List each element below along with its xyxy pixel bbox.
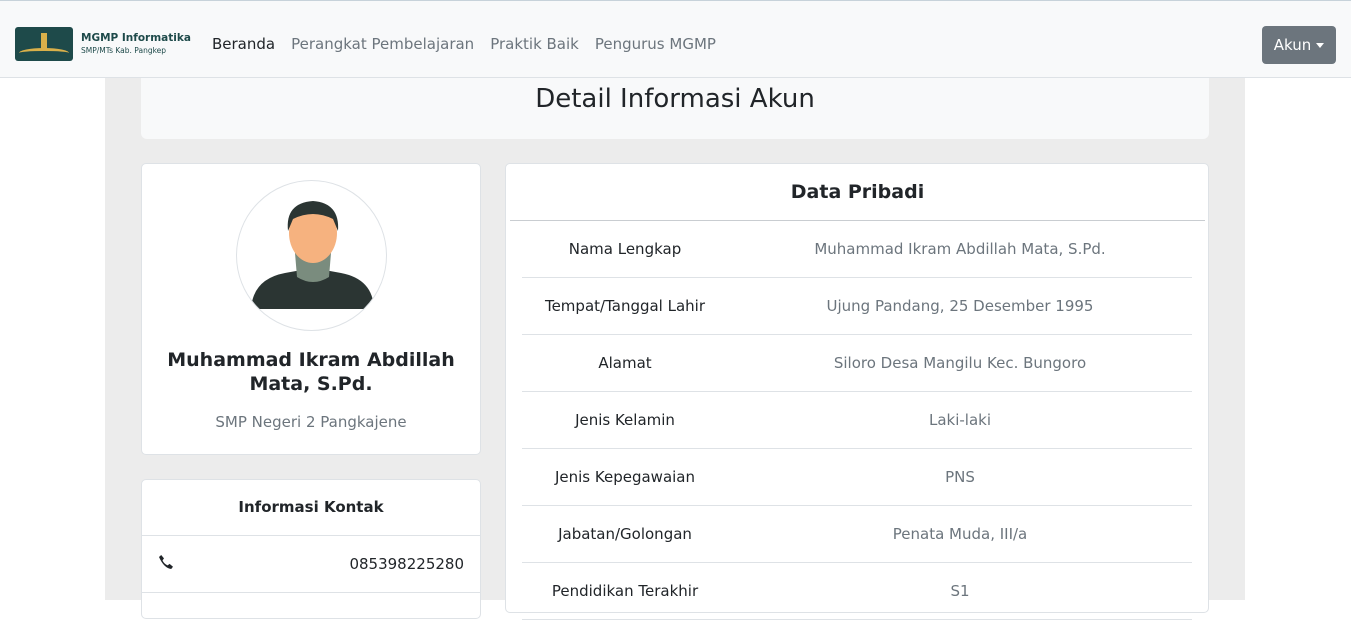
contact-title: Informasi Kontak xyxy=(142,480,480,536)
row-value: S1 xyxy=(950,582,970,600)
table-row: Alamat Siloro Desa Mangilu Kec. Bungoro xyxy=(522,335,1192,392)
row-value: Siloro Desa Mangilu Kec. Bungoro xyxy=(833,354,1087,372)
row-label: Pendidikan Terakhir xyxy=(551,582,699,600)
nav-beranda[interactable]: Beranda xyxy=(212,35,275,53)
main-nav: Beranda Perangkat Pembelajaran Praktik B… xyxy=(212,35,732,53)
table-row: Jabatan/Golongan Penata Muda, III/a xyxy=(522,506,1192,563)
personal-data-table: Nama Lengkap Muhammad Ikram Abdillah Mat… xyxy=(522,221,1192,620)
row-label: Alamat xyxy=(598,354,652,372)
contact-phone-row: 085398225280 xyxy=(142,536,480,593)
nav-pengurus-mgmp[interactable]: Pengurus MGMP xyxy=(595,35,716,53)
table-row: Tempat/Tanggal Lahir Ujung Pandang, 25 D… xyxy=(522,278,1192,335)
row-value: Laki-laki xyxy=(928,411,992,429)
row-value: Penata Muda, III/a xyxy=(892,525,1028,543)
profile-school: SMP Negeri 2 Pangkajene xyxy=(215,413,407,431)
nav-perangkat-pembelajaran[interactable]: Perangkat Pembelajaran xyxy=(291,35,474,53)
brand-subtitle: SMP/MTs Kab. Pangkep xyxy=(81,46,167,55)
personal-data-title: Data Pribadi xyxy=(510,164,1205,221)
account-dropdown-button[interactable]: Akun xyxy=(1262,26,1336,64)
row-value: Muhammad Ikram Abdillah Mata, S.Pd. xyxy=(814,240,1106,258)
row-label: Jenis Kelamin xyxy=(575,411,675,429)
page-header: Detail Informasi Akun xyxy=(141,78,1209,139)
profile-name: Muhammad Ikram Abdillah Mata, S.Pd. xyxy=(167,349,455,395)
nav-praktik-baik[interactable]: Praktik Baik xyxy=(490,35,579,53)
brand-title: MGMP Informatika xyxy=(81,32,191,44)
row-value: PNS xyxy=(945,468,975,486)
contact-phone: 085398225280 xyxy=(349,555,464,573)
table-row: Nama Lengkap Muhammad Ikram Abdillah Mat… xyxy=(522,221,1192,278)
caret-down-icon xyxy=(1316,42,1325,48)
row-label: Jenis Kepegawaian xyxy=(554,468,696,486)
row-label: Nama Lengkap xyxy=(568,240,682,258)
row-value: Ujung Pandang, 25 Desember 1995 xyxy=(826,297,1094,315)
account-label: Akun xyxy=(1273,36,1312,54)
brand-link[interactable]: MGMP Informatika SMP/MTs Kab. Pangkep xyxy=(15,27,191,61)
page-title: Detail Informasi Akun xyxy=(535,84,815,114)
user-avatar-icon xyxy=(236,180,387,331)
profile-card: Muhammad Ikram Abdillah Mata, S.Pd. SMP … xyxy=(141,163,481,455)
personal-data-card: Data Pribadi Nama Lengkap Muhammad Ikram… xyxy=(505,163,1209,620)
table-row: Jenis Kepegawaian PNS xyxy=(522,449,1192,506)
table-row: Pendidikan Terakhir S1 xyxy=(522,563,1192,620)
logo-icon xyxy=(15,27,73,61)
row-label: Jabatan/Golongan xyxy=(558,525,692,543)
table-row: Jenis Kelamin Laki-laki xyxy=(522,392,1192,449)
top-navbar: MGMP Informatika SMP/MTs Kab. Pangkep Be… xyxy=(0,0,1351,78)
contact-card: Informasi Kontak 085398225280 xyxy=(141,479,481,619)
phone-icon xyxy=(158,554,174,574)
row-label: Tempat/Tanggal Lahir xyxy=(544,297,706,315)
main-container: Detail Informasi Akun Muhammad Ikram Abd… xyxy=(105,78,1245,620)
